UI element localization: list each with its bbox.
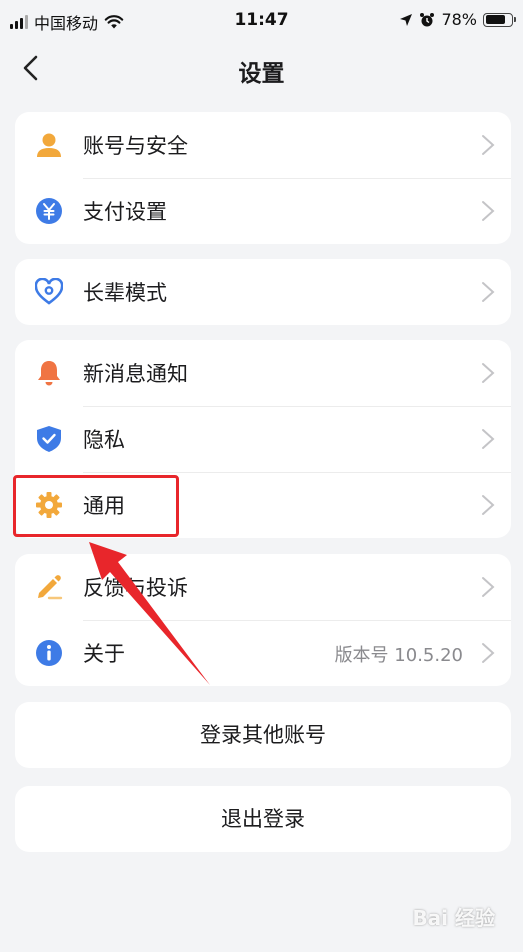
settings-item-account-security[interactable]: 账号与安全	[15, 112, 511, 178]
chevron-right-icon	[482, 282, 495, 302]
battery-icon	[483, 12, 516, 27]
chevron-right-icon	[482, 577, 495, 597]
battery-fill	[485, 15, 505, 24]
battery-percent: 78%	[441, 10, 477, 29]
gear-icon	[36, 492, 62, 518]
settings-item-label: 支付设置	[83, 200, 167, 224]
location-icon	[400, 13, 413, 26]
chevron-right-icon	[482, 135, 495, 155]
settings-item-feedback[interactable]: 反馈与投诉	[15, 554, 511, 620]
settings-group-account: 账号与安全 支付设置	[15, 112, 511, 244]
settings-item-label: 新消息通知	[83, 362, 188, 386]
status-bar: 中国移动 11:47 78%	[0, 0, 523, 42]
heart-icon	[35, 278, 63, 305]
info-icon	[36, 640, 62, 666]
settings-item-label: 反馈与投诉	[83, 576, 188, 600]
page-title: 设置	[238, 61, 285, 87]
settings-item-label: 通用	[83, 494, 125, 518]
settings-item-label: 隐私	[83, 428, 125, 452]
chevron-right-icon	[482, 643, 495, 663]
logout-button[interactable]: 退出登录	[15, 786, 511, 852]
switch-account-button[interactable]: 登录其他账号	[15, 702, 511, 768]
person-icon	[37, 133, 61, 157]
settings-item-general[interactable]: 通用	[15, 472, 511, 538]
chevron-right-icon	[482, 201, 495, 221]
settings-item-label: 关于	[83, 642, 125, 666]
yuan-icon	[36, 198, 62, 224]
alarm-icon	[420, 12, 435, 26]
version-number: 版本号 10.5.20	[334, 645, 463, 666]
settings-group-about: 反馈与投诉 关于 版本号 10.5.20	[15, 554, 511, 686]
settings-item-label: 账号与安全	[83, 134, 188, 158]
settings-item-payment[interactable]: 支付设置	[15, 178, 511, 244]
settings-group-general: 新消息通知 隐私 通用	[15, 340, 511, 538]
settings-item-notifications[interactable]: 新消息通知	[15, 340, 511, 406]
settings-item-label: 长辈模式	[83, 281, 167, 305]
chevron-right-icon	[482, 495, 495, 515]
shield-icon	[37, 426, 61, 452]
logout-label: 退出登录	[221, 807, 305, 831]
nav-bar: 设置	[0, 42, 523, 98]
pen-icon	[38, 575, 63, 600]
settings-group-elder: 长辈模式	[15, 259, 511, 325]
status-right: 78%	[399, 10, 516, 29]
settings-item-about[interactable]: 关于 版本号 10.5.20	[15, 620, 511, 686]
settings-item-privacy[interactable]: 隐私	[15, 406, 511, 472]
bell-icon	[38, 361, 60, 386]
watermark: Bai 经验	[412, 906, 495, 930]
chevron-right-icon	[482, 429, 495, 449]
settings-item-elder-mode[interactable]: 长辈模式	[15, 259, 511, 325]
chevron-right-icon	[482, 363, 495, 383]
switch-account-label: 登录其他账号	[200, 723, 326, 747]
